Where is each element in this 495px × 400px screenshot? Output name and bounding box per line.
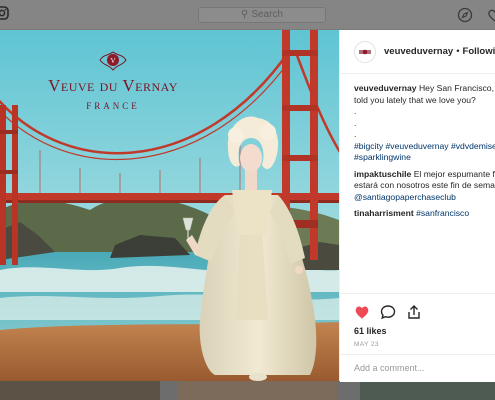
post-header: veuveduvernay • Following [340, 30, 495, 74]
activity-heart-icon[interactable] [487, 7, 495, 23]
explore-compass-icon[interactable] [457, 7, 473, 23]
caption-text: . [354, 129, 357, 139]
post-date: MAY 23 [354, 341, 379, 348]
comment-username[interactable]: impaktuschile [354, 169, 411, 179]
follow-status-button[interactable]: Following [463, 46, 495, 57]
avatar[interactable] [354, 40, 376, 63]
post-actions: 61 likes MAY 23 Add a comment... [340, 293, 495, 382]
post-image[interactable]: V Veuve du Vernay FRANCE [0, 30, 339, 381]
brand-crest-icon: V [99, 51, 127, 71]
caption-text: . [354, 106, 357, 116]
caption-hashtags[interactable]: #sparklingwine [354, 152, 495, 164]
comment-bubble-icon[interactable] [380, 304, 396, 320]
comment-mention[interactable]: @santiagopaperchaseclub [354, 192, 495, 204]
caption-text: told you lately that we love you? [354, 94, 476, 105]
search-placeholder: Search [251, 9, 283, 20]
brand-subtitle: FRANCE [86, 101, 140, 111]
caption-text: Hey San Francisco, h [418, 83, 495, 93]
search-icon: ⚲ [240, 9, 249, 20]
background-post-thumbnail[interactable] [360, 381, 495, 400]
background-post-thumbnail[interactable] [0, 381, 160, 400]
brand-name: Veuve du Vernay [48, 76, 178, 95]
comment-text: estará con nosotros este fin de seman [354, 180, 495, 190]
add-comment-input[interactable]: Add a comment... [340, 354, 495, 382]
comment-username[interactable]: tinaharrisment [354, 208, 414, 218]
comment-item: tinaharrisment #sanfrancisco [354, 208, 495, 220]
background-post-thumbnail[interactable] [178, 381, 338, 400]
comment-item: impaktuschile El mejor espumante fra est… [354, 169, 495, 204]
like-heart-icon[interactable] [354, 304, 370, 320]
caption-username[interactable]: veuveduvernay [354, 83, 417, 93]
post-modal: V Veuve du Vernay FRANCE veuveduvernay •… [0, 30, 495, 382]
caption-text: . [354, 117, 357, 128]
comments-list: veuveduvernay Hey San Francisco, h told … [340, 75, 495, 293]
post-details-panel: veuveduvernay • Following veuveduvernay … [339, 30, 495, 382]
caption: veuveduvernay Hey San Francisco, h told … [354, 83, 495, 164]
comment-hashtag[interactable]: #sanfrancisco [416, 208, 469, 218]
instagram-logo-icon[interactable] [0, 6, 14, 20]
header-username[interactable]: veuveduvernay [384, 46, 453, 57]
brand-overlay: V Veuve du Vernay FRANCE [0, 48, 226, 111]
avatar-logo-icon [359, 49, 371, 54]
share-icon[interactable] [406, 304, 422, 320]
caption-hashtags[interactable]: #bigcity #veuveduvernay #vdvdemise [354, 141, 495, 153]
search-input[interactable]: ⚲ Search [198, 7, 326, 23]
top-navigation-bar: ⚲ Search [0, 0, 495, 30]
comment-text: El mejor espumante fra [413, 168, 495, 179]
svg-text:V: V [110, 57, 115, 65]
header-separator: • [456, 46, 460, 57]
likes-count[interactable]: 61 likes [354, 326, 387, 336]
